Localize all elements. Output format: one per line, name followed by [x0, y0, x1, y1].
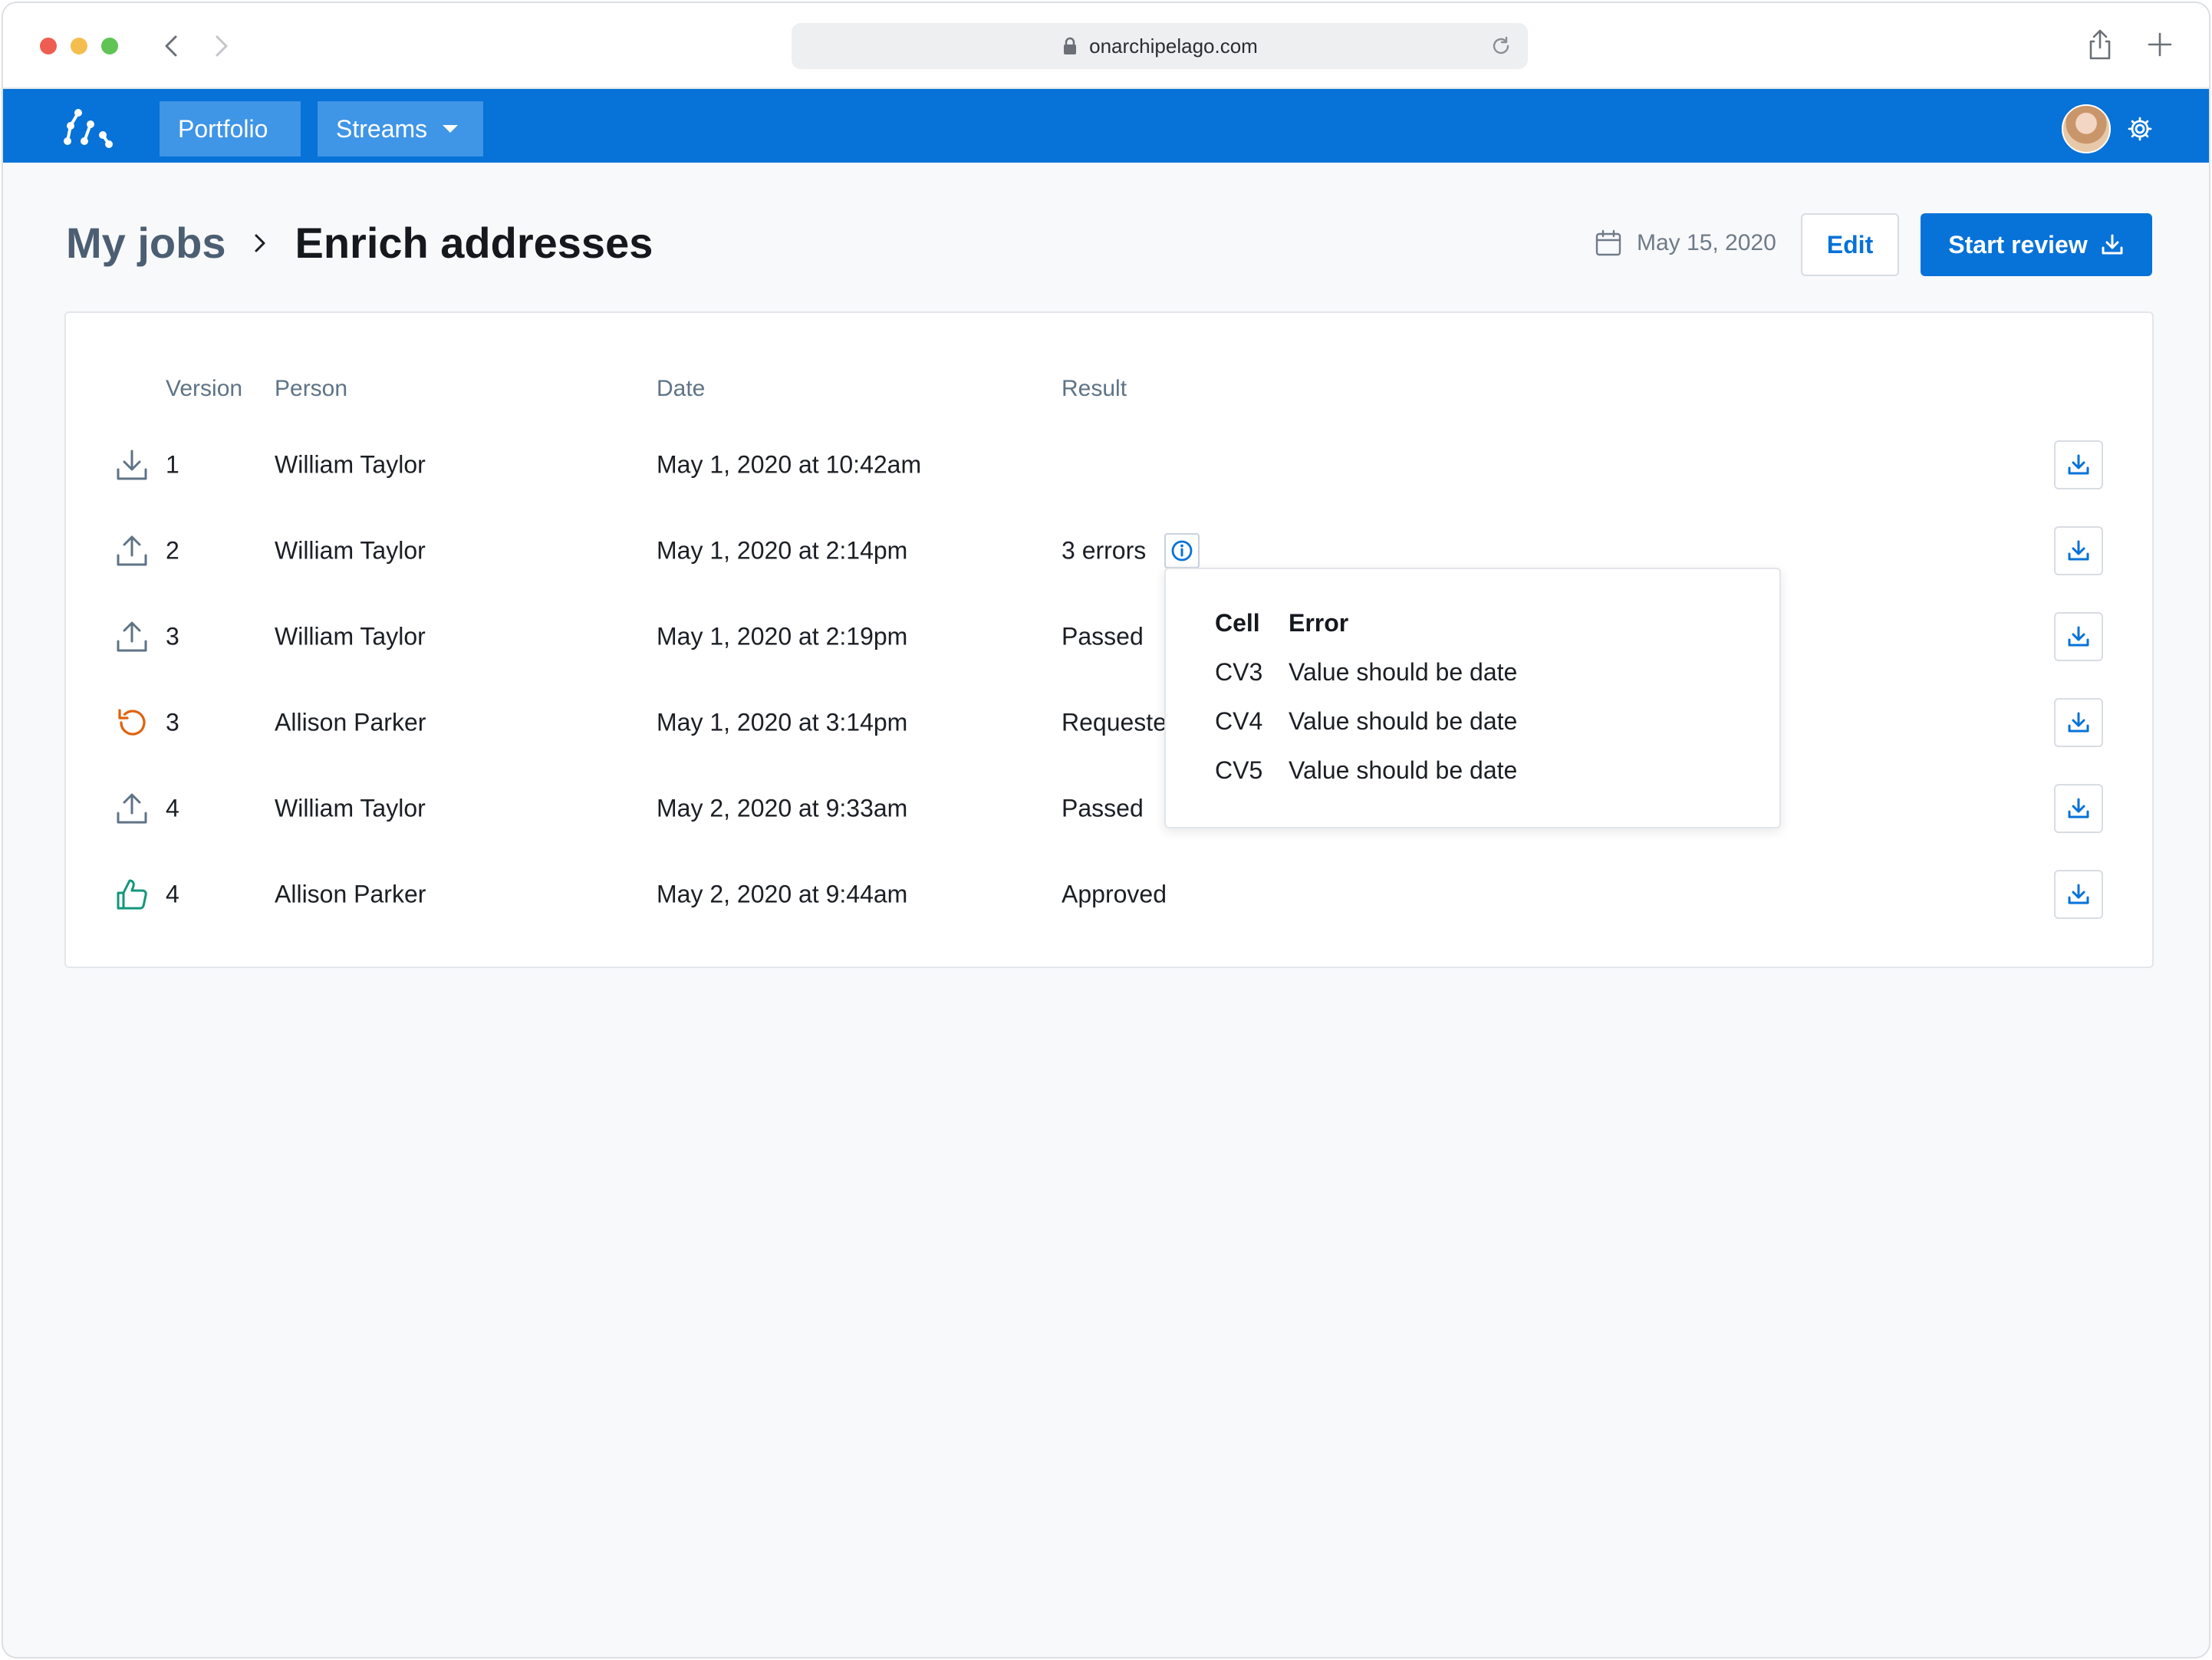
download-icon: [2068, 884, 2089, 904]
column-header-person: Person: [275, 376, 348, 401]
versions-card: Version Person Date Result 1 William Tay…: [64, 311, 2154, 968]
nav-portfolio-label: Portfolio: [178, 114, 268, 143]
download-version-button[interactable]: [2054, 612, 2103, 661]
result-cell: Requeste: [1062, 708, 1167, 736]
breadcrumb: My jobs Enrich addresses: [66, 218, 653, 268]
download-icon: [2068, 712, 2089, 733]
error-info-button[interactable]: [1164, 533, 1200, 568]
new-tab-icon[interactable]: [2143, 28, 2177, 61]
result-cell: 3 errors: [1062, 536, 1147, 565]
table-row: 2 William Taylor May 1, 2020 at 2:14pm 3…: [66, 508, 2152, 594]
calendar-icon: [1595, 229, 1621, 256]
start-review-button[interactable]: Start review: [1921, 213, 2152, 276]
error-message: Value should be date: [1289, 707, 1518, 735]
maximize-window-button[interactable]: [101, 38, 118, 54]
date-cell: May 1, 2020 at 10:42am: [657, 450, 922, 479]
thumbs-up-icon: [117, 879, 147, 910]
error-cell-ref: CV3: [1215, 658, 1263, 686]
close-window-button[interactable]: [40, 38, 57, 54]
download-version-button[interactable]: [2054, 440, 2103, 489]
person-cell: William Taylor: [275, 450, 426, 479]
version-cell: 4: [166, 880, 179, 908]
popover-header-error: Error: [1289, 609, 1349, 637]
nav-portfolio[interactable]: Portfolio: [160, 101, 301, 156]
version-cell: 3: [166, 622, 179, 650]
result-cell: Passed: [1062, 622, 1144, 650]
upload-icon: [117, 793, 147, 824]
download-icon: [117, 450, 147, 480]
caret-down-icon: [443, 125, 459, 133]
table-row: 3 Allison Parker May 1, 2020 at 3:14pm R…: [66, 680, 2152, 766]
date-cell: May 1, 2020 at 3:14pm: [657, 708, 908, 736]
page-title: Enrich addresses: [295, 219, 653, 267]
error-message: Value should be date: [1289, 756, 1518, 784]
person-cell: Allison Parker: [275, 708, 426, 736]
column-header-result: Result: [1062, 376, 1127, 401]
undo-icon: [118, 709, 146, 736]
download-icon: [2068, 626, 2089, 647]
date-cell: May 2, 2020 at 9:44am: [657, 880, 908, 908]
error-details-popover: Cell Error CV3 Value should be date CV4 …: [1164, 568, 1781, 828]
start-review-label: Start review: [1948, 230, 2088, 259]
forward-arrow-icon[interactable]: [206, 31, 236, 61]
table-row: 1 William Taylor May 1, 2020 at 10:42am: [66, 422, 2152, 508]
edit-button-label: Edit: [1826, 230, 1874, 259]
date-label: May 15, 2020: [1637, 230, 1776, 255]
job-due-date: May 15, 2020: [1594, 229, 1776, 258]
download-icon: [2102, 234, 2123, 255]
browser-window: onarchipelago.com Portfolio Streams My j…: [2, 2, 2210, 1658]
version-cell: 1: [166, 450, 179, 479]
person-cell: William Taylor: [275, 794, 426, 822]
table-row: 4 Allison Parker May 2, 2020 at 9:44am A…: [66, 851, 2152, 937]
chevron-right-icon: [255, 234, 265, 252]
date-cell: May 2, 2020 at 9:33am: [657, 794, 908, 822]
url-text: onarchipelago.com: [1089, 34, 1258, 58]
person-cell: Allison Parker: [275, 880, 426, 908]
download-icon: [2068, 540, 2089, 561]
download-version-button[interactable]: [2054, 698, 2103, 747]
address-bar[interactable]: onarchipelago.com: [792, 23, 1528, 69]
breadcrumb-my-jobs[interactable]: My jobs: [66, 218, 225, 268]
error-message: Value should be date: [1289, 658, 1518, 686]
edit-button[interactable]: Edit: [1801, 213, 1899, 276]
error-cell-ref: CV5: [1215, 756, 1263, 784]
date-cell: May 1, 2020 at 2:14pm: [657, 536, 908, 565]
table-row: 3 William Taylor May 1, 2020 at 2:19pm P…: [66, 594, 2152, 680]
result-cell: Passed: [1062, 794, 1144, 822]
result-cell: Approved: [1062, 880, 1167, 908]
app-header: Portfolio Streams: [3, 89, 2209, 163]
date-cell: May 1, 2020 at 2:19pm: [657, 622, 908, 650]
info-icon: [1171, 540, 1193, 562]
download-icon: [2068, 798, 2089, 818]
person-cell: William Taylor: [275, 536, 426, 565]
download-icon: [2068, 454, 2089, 475]
reload-icon[interactable]: [1489, 35, 1513, 58]
archipelago-logo-icon[interactable]: [63, 106, 114, 149]
nav-streams-label: Streams: [336, 114, 428, 143]
column-header-version: Version: [166, 376, 243, 401]
minimize-window-button[interactable]: [71, 38, 87, 54]
download-version-button[interactable]: [2054, 526, 2103, 575]
upload-icon: [117, 535, 147, 566]
version-cell: 2: [166, 536, 179, 565]
nav-streams-dropdown[interactable]: Streams: [318, 101, 483, 156]
error-cell-ref: CV4: [1215, 707, 1263, 735]
browser-toolbar: onarchipelago.com: [3, 3, 2209, 89]
person-cell: William Taylor: [275, 622, 426, 650]
upload-icon: [117, 621, 147, 652]
user-avatar[interactable]: [2062, 104, 2111, 153]
download-version-button[interactable]: [2054, 870, 2103, 919]
table-row: 4 William Taylor May 2, 2020 at 9:33am P…: [66, 766, 2152, 851]
download-version-button[interactable]: [2054, 784, 2103, 833]
gear-icon[interactable]: [2126, 115, 2154, 143]
share-icon[interactable]: [2083, 28, 2117, 61]
version-cell: 3: [166, 708, 179, 736]
version-cell: 4: [166, 794, 179, 822]
column-header-date: Date: [657, 376, 706, 401]
lock-icon: [1064, 37, 1077, 54]
back-arrow-icon[interactable]: [156, 31, 187, 61]
popover-header-cell: Cell: [1215, 609, 1260, 637]
